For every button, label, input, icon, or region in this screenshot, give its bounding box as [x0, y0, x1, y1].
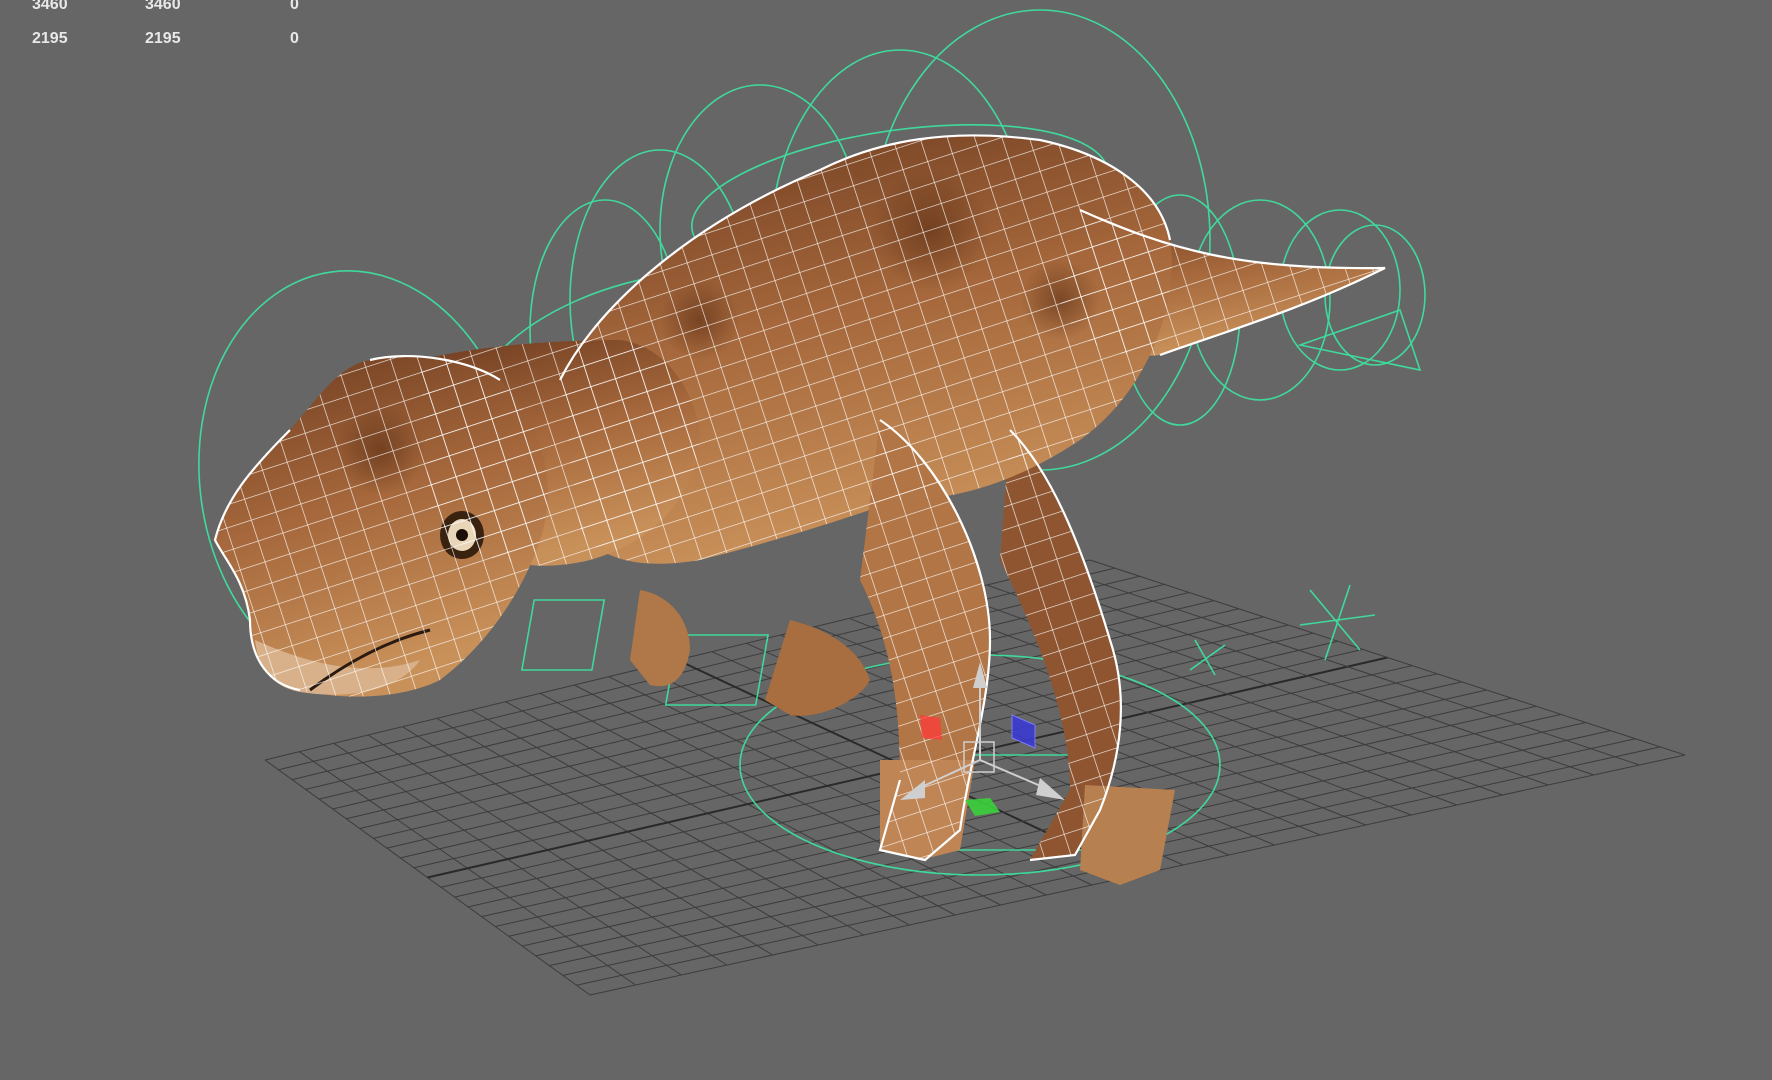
- tail-control-curve[interactable]: [1324, 224, 1426, 366]
- grid-line: [917, 601, 1458, 806]
- viewport-scene[interactable]: [0, 0, 1772, 1080]
- pole-vector-control[interactable]: [1299, 584, 1376, 661]
- hand-control-box[interactable]: [520, 599, 606, 671]
- tail-tip-control[interactable]: [1297, 308, 1422, 372]
- grid-line: [522, 713, 1562, 947]
- manipulator-xy-plane[interactable]: [920, 715, 942, 740]
- 3d-viewport[interactable]: 3460 3460 0 2195 2195 0: [0, 0, 1772, 1080]
